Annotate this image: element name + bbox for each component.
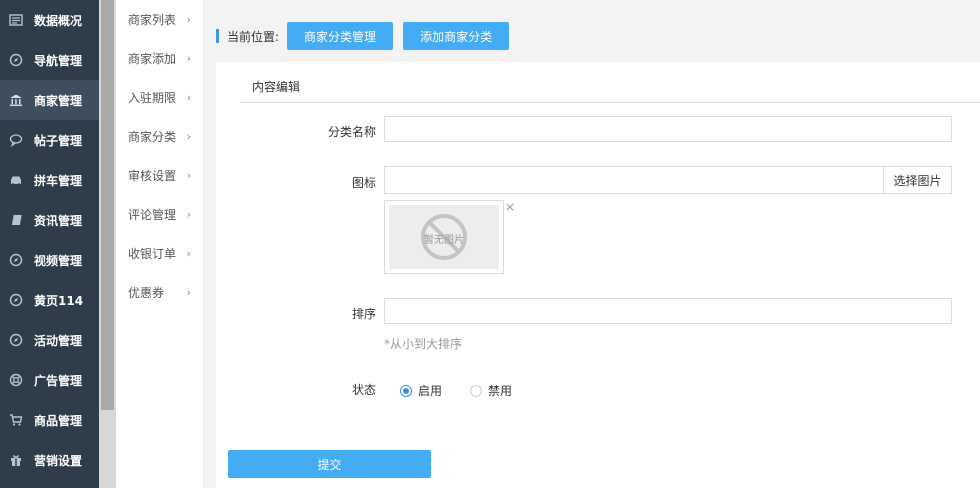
tab-content-edit[interactable]: 内容编辑 [252,78,300,95]
sidebar-item-data-overview[interactable]: 数据概况 [0,0,99,40]
submenu-item-merchant-list[interactable]: 商家列表 › [116,0,203,39]
submenu-item-review-settings[interactable]: 审核设置 › [116,156,203,195]
radio-checked-icon [400,384,412,397]
submenu-item-entry-term[interactable]: 入驻期限 › [116,78,203,117]
sidebar-item-carpool[interactable]: 拼车管理 [0,160,99,200]
sidebar-item-label: 数据概况 [34,13,83,28]
icon-preview: 暂无图片 [384,200,504,274]
chat-bubble-icon [8,132,24,148]
book-icon [8,212,24,228]
sidebar-item-label: 导航管理 [34,53,83,68]
sidebar-item-news[interactable]: 资讯管理 [0,200,99,240]
submenu-item-label: 收银订单 [128,247,177,261]
sidebar-item-label: 活动管理 [34,333,83,348]
submit-button[interactable]: 提交 [228,450,431,478]
sidebar-item-label: 资讯管理 [34,213,83,228]
compass-icon [8,332,24,348]
status-enabled-label: 启用 [418,384,443,398]
sidebar-scrollbar[interactable] [99,0,116,488]
compass-icon [8,52,24,68]
submenu-item-label: 优惠券 [128,286,165,300]
sidebar-item-label: 广告管理 [34,373,83,388]
submenu-item-label: 审核设置 [128,169,177,183]
panel-tab-bar: 内容编辑 [240,62,980,103]
no-image-text: 暂无图片 [424,235,464,246]
form-panel: 内容编辑 分类名称 图标 选择图片 暂无图片 × 排序 *从小到大排序 状态 启… [216,62,980,488]
radio-unchecked-icon [470,384,482,397]
submenu-item-merchant-category[interactable]: 商家分类 › [116,117,203,156]
sidebar-item-ads[interactable]: 广告管理 [0,360,99,400]
compass-icon [8,252,24,268]
sidebar-item-posts[interactable]: 帖子管理 [0,120,99,160]
cart-icon [8,412,24,428]
chevron-right-icon: › [186,52,191,65]
lifebuoy-icon [8,372,24,388]
sidebar-item-label: 拼车管理 [34,173,83,188]
chevron-right-icon: › [186,208,191,221]
sidebar-item-activity[interactable]: 活动管理 [0,320,99,360]
add-category-button[interactable]: 添加商家分类 [403,22,510,50]
sidebar-item-label: 商家管理 [34,93,83,108]
sidebar-item-label: 帖子管理 [34,133,83,148]
chevron-right-icon: › [186,13,191,26]
sidebar-item-label: 商品管理 [34,413,83,428]
sidebar-item-marketing[interactable]: 营销设置 [0,440,99,480]
sidebar-item-products[interactable]: 商品管理 [0,400,99,440]
status-label: 状态 [351,383,376,397]
category-manage-button[interactable]: 商家分类管理 [287,22,394,50]
submenu-item-cashier-orders[interactable]: 收银订单 › [116,234,203,273]
submenu-item-comments[interactable]: 评论管理 › [116,195,203,234]
sidebar-item-video[interactable]: 视频管理 [0,240,99,280]
scrollbar-thumb[interactable] [101,0,114,410]
sort-input[interactable] [384,298,952,324]
status-disabled-label: 禁用 [488,384,513,398]
submenu-item-label: 商家列表 [128,13,177,27]
sort-label: 排序 [351,307,376,321]
category-name-label: 分类名称 [327,125,376,139]
status-enabled-radio[interactable]: 启用 [400,382,442,399]
compass-icon [8,292,24,308]
submenu-item-coupons[interactable]: 优惠券 › [116,273,203,312]
sidebar-item-merchant[interactable]: 商家管理 [0,80,99,120]
chevron-right-icon: › [186,286,191,299]
main-sidebar: 数据概况 导航管理 商家管理 帖子管理 拼车管理 资讯管理 视频管理 黄页114… [0,0,99,488]
breadcrumb: 当前位置: 商家分类管理 添加商家分类 [216,22,519,50]
submenu-item-label: 入驻期限 [128,91,177,105]
submenu-item-label: 评论管理 [128,208,177,222]
gift-icon [8,452,24,468]
main-content: 当前位置: 商家分类管理 添加商家分类 内容编辑 分类名称 图标 选择图片 暂无… [216,0,980,488]
bank-icon [8,92,24,108]
status-disabled-radio[interactable]: 禁用 [470,382,512,399]
sidebar-item-navigation[interactable]: 导航管理 [0,40,99,80]
sidebar-item-label: 黄页114 [34,293,84,308]
submenu-item-merchant-add[interactable]: 商家添加 › [116,39,203,78]
select-image-button[interactable]: 选择图片 [883,166,952,194]
icon-path-input[interactable] [384,166,884,194]
category-name-input[interactable] [384,116,952,142]
sidebar-item-label: 营销设置 [34,453,83,468]
car-icon [8,172,24,188]
dashboard-icon [8,12,24,28]
sidebar-item-label: 视频管理 [34,253,83,268]
remove-image-icon[interactable]: × [505,200,515,214]
icon-label: 图标 [351,176,376,190]
chevron-right-icon: › [186,91,191,104]
chevron-right-icon: › [186,169,191,182]
breadcrumb-label: 当前位置: [227,29,280,44]
no-image-placeholder: 暂无图片 [389,205,499,269]
submenu-item-label: 商家添加 [128,52,177,66]
submenu-item-label: 商家分类 [128,130,177,144]
secondary-menu: 商家列表 › 商家添加 › 入驻期限 › 商家分类 › 审核设置 › 评论管理 … [116,0,204,488]
sort-hint: *从小到大排序 [384,337,463,351]
sidebar-item-yellow-pages[interactable]: 黄页114 [0,280,99,320]
chevron-right-icon: › [186,130,191,143]
breadcrumb-marker [216,29,219,43]
chevron-right-icon: › [186,247,191,260]
